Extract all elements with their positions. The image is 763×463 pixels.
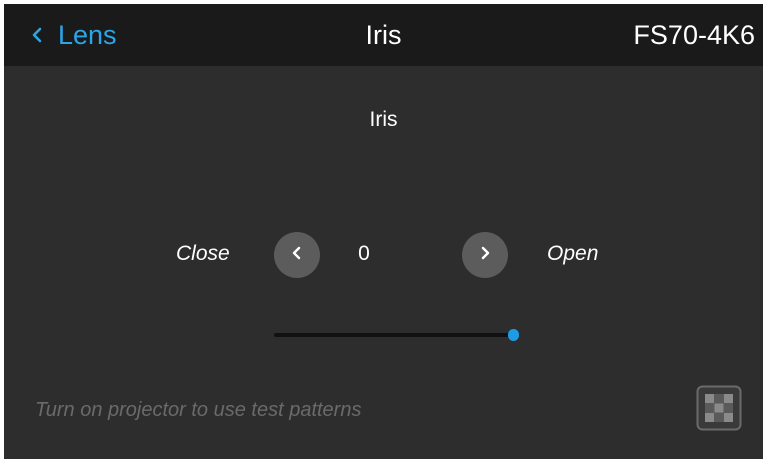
header-bar: Lens Iris FS70-4K6 <box>4 4 763 66</box>
section-title: Iris <box>369 108 398 131</box>
decrease-button[interactable] <box>274 232 320 278</box>
iris-slider[interactable] <box>274 328 519 342</box>
chevron-left-icon <box>289 245 305 266</box>
open-label: Open <box>547 242 599 265</box>
test-pattern-hint: Turn on projector to use test patterns <box>35 399 362 421</box>
iris-value: 0 <box>358 242 370 265</box>
iris-screen: Lens Iris FS70-4K6 Iris Close 0 Open Tur… <box>4 4 763 459</box>
test-pattern-button[interactable] <box>696 385 742 431</box>
test-pattern-icon <box>696 385 742 435</box>
slider-track <box>274 333 514 337</box>
slider-thumb[interactable] <box>508 329 519 341</box>
close-label: Close <box>176 242 230 265</box>
chevron-right-icon <box>477 245 493 266</box>
increase-button[interactable] <box>462 232 508 278</box>
model-name: FS70-4K6 <box>633 20 755 50</box>
